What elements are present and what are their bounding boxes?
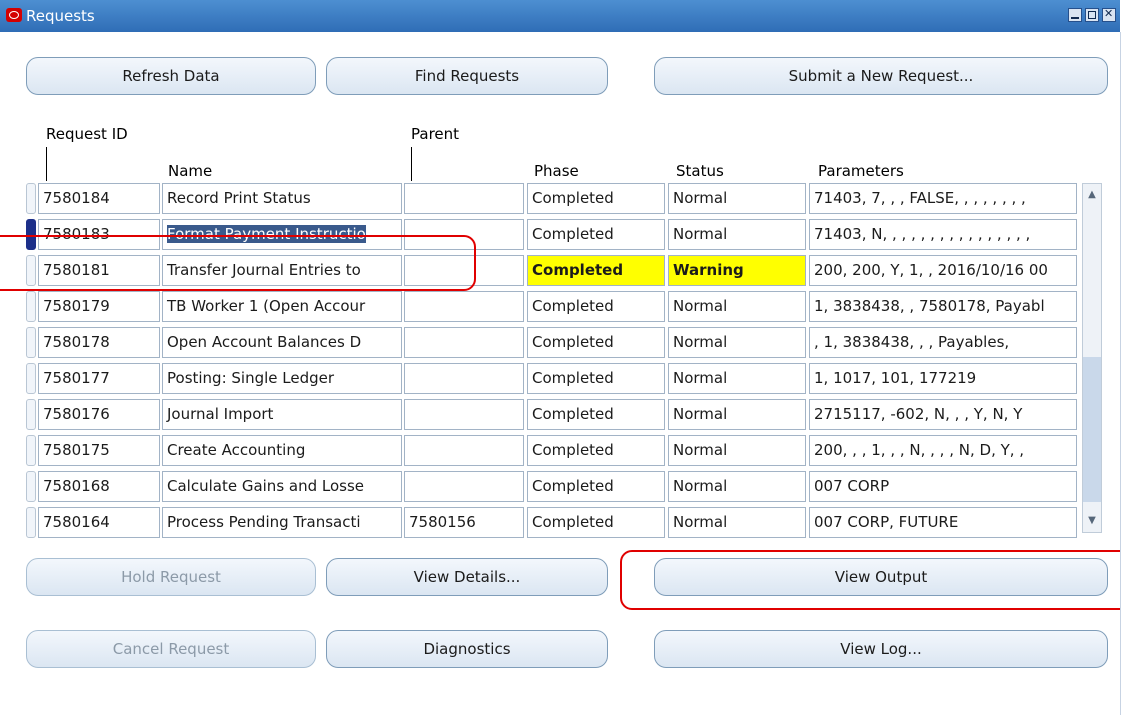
annotation-box-row bbox=[0, 235, 476, 291]
scrollbar-thumb[interactable] bbox=[1083, 357, 1101, 502]
cell-parent[interactable] bbox=[404, 327, 524, 358]
minimize-icon[interactable] bbox=[1068, 8, 1082, 22]
row-indicator[interactable] bbox=[26, 435, 36, 466]
cell-phase[interactable]: Completed bbox=[527, 471, 665, 502]
maximize-icon[interactable] bbox=[1085, 8, 1099, 22]
column-header-status: Status bbox=[676, 162, 724, 180]
row-indicator[interactable] bbox=[26, 363, 36, 394]
column-divider bbox=[411, 147, 412, 181]
cell-status[interactable]: Normal bbox=[668, 435, 806, 466]
cell-parameters[interactable]: 71403, N, , , , , , , , , , , , , , , , bbox=[809, 219, 1077, 250]
find-requests-button[interactable]: Find Requests bbox=[326, 57, 608, 95]
cell-request-id[interactable]: 7580179 bbox=[38, 291, 160, 322]
cell-phase[interactable]: Completed bbox=[527, 219, 665, 250]
cell-status-warning[interactable]: Warning bbox=[668, 255, 806, 286]
cell-phase[interactable]: Completed bbox=[527, 363, 665, 394]
submit-new-request-button[interactable]: Submit a New Request... bbox=[654, 57, 1108, 95]
cell-parameters[interactable]: 2715117, -602, N, , , Y, N, Y bbox=[809, 399, 1077, 430]
cell-parameters[interactable]: 200, , , 1, , , N, , , , N, D, Y, , bbox=[809, 435, 1077, 466]
scroll-down-icon[interactable]: ▼ bbox=[1085, 514, 1099, 528]
row-indicator[interactable] bbox=[26, 327, 36, 358]
cell-parameters[interactable]: 71403, 7, , , FALSE, , , , , , , , bbox=[809, 183, 1077, 214]
cell-status[interactable]: Normal bbox=[668, 363, 806, 394]
cell-status[interactable]: Normal bbox=[668, 183, 806, 214]
cell-phase[interactable]: Completed bbox=[527, 507, 665, 538]
cell-parent[interactable] bbox=[404, 435, 524, 466]
cell-name[interactable]: TB Worker 1 (Open Accour bbox=[162, 291, 402, 322]
diagnostics-button[interactable]: Diagnostics bbox=[326, 630, 608, 668]
cell-name[interactable]: Posting: Single Ledger bbox=[162, 363, 402, 394]
requests-window: Requests Refresh Data Find Requests Subm… bbox=[0, 0, 1134, 715]
row-indicator[interactable] bbox=[26, 471, 36, 502]
row-indicator[interactable] bbox=[26, 399, 36, 430]
cell-request-id[interactable]: 7580164 bbox=[38, 507, 160, 538]
column-header-phase: Phase bbox=[534, 162, 579, 180]
cell-parameters[interactable]: 1, 1017, 101, 177219 bbox=[809, 363, 1077, 394]
cell-status[interactable]: Normal bbox=[668, 507, 806, 538]
annotation-box-view-output bbox=[620, 550, 1134, 610]
cell-phase[interactable]: Completed bbox=[527, 327, 665, 358]
column-divider bbox=[46, 147, 47, 181]
cancel-request-button[interactable]: Cancel Request bbox=[26, 630, 316, 668]
row-indicator[interactable] bbox=[26, 183, 36, 214]
window-title: Requests bbox=[26, 7, 95, 25]
cell-phase-highlighted[interactable]: Completed bbox=[527, 255, 665, 286]
column-header-parent: Parent bbox=[411, 125, 460, 143]
cell-phase[interactable]: Completed bbox=[527, 291, 665, 322]
cell-parameters[interactable]: 1, 3838438, , 7580178, Payabl bbox=[809, 291, 1077, 322]
cell-parent[interactable]: 7580156 bbox=[404, 507, 524, 538]
close-icon[interactable] bbox=[1102, 7, 1116, 22]
cell-status[interactable]: Normal bbox=[668, 471, 806, 502]
cell-name[interactable]: Journal Import bbox=[162, 399, 402, 430]
cell-name[interactable]: Create Accounting bbox=[162, 435, 402, 466]
vertical-scrollbar[interactable]: ▲ ▼ bbox=[1082, 183, 1102, 533]
cell-phase[interactable]: Completed bbox=[527, 435, 665, 466]
cell-status[interactable]: Normal bbox=[668, 399, 806, 430]
cell-request-id[interactable]: 7580177 bbox=[38, 363, 160, 394]
cell-parent[interactable] bbox=[404, 291, 524, 322]
cell-name[interactable]: Process Pending Transacti bbox=[162, 507, 402, 538]
hold-request-button[interactable]: Hold Request bbox=[26, 558, 316, 596]
cell-status[interactable]: Normal bbox=[668, 327, 806, 358]
cell-parent[interactable] bbox=[404, 399, 524, 430]
cell-parent[interactable] bbox=[404, 363, 524, 394]
right-edge-panel bbox=[1120, 32, 1134, 715]
cell-parent[interactable] bbox=[404, 471, 524, 502]
cell-parameters[interactable]: 200, 200, Y, 1, , 2016/10/16 00 bbox=[809, 255, 1077, 286]
row-indicator[interactable] bbox=[26, 291, 36, 322]
cell-parameters[interactable]: 007 CORP, FUTURE bbox=[809, 507, 1077, 538]
row-indicator[interactable] bbox=[26, 507, 36, 538]
scroll-up-icon[interactable]: ▲ bbox=[1085, 188, 1099, 202]
cell-name[interactable]: Calculate Gains and Losse bbox=[162, 471, 402, 502]
column-header-name: Name bbox=[168, 162, 213, 180]
oracle-logo-icon bbox=[6, 8, 22, 22]
column-header-request-id: Request ID bbox=[46, 125, 128, 143]
refresh-data-button[interactable]: Refresh Data bbox=[26, 57, 316, 95]
cell-parameters[interactable]: 007 CORP bbox=[809, 471, 1077, 502]
cell-phase[interactable]: Completed bbox=[527, 399, 665, 430]
cell-parameters[interactable]: , 1, 3838438, , , Payables, bbox=[809, 327, 1077, 358]
cell-request-id[interactable]: 7580168 bbox=[38, 471, 160, 502]
column-header-parameters: Parameters bbox=[818, 162, 904, 180]
cell-request-id[interactable]: 7580178 bbox=[38, 327, 160, 358]
cell-phase[interactable]: Completed bbox=[527, 183, 665, 214]
cell-request-id[interactable]: 7580184 bbox=[38, 183, 160, 214]
cell-name[interactable]: Record Print Status bbox=[162, 183, 402, 214]
cell-parent[interactable] bbox=[404, 183, 524, 214]
cell-request-id[interactable]: 7580175 bbox=[38, 435, 160, 466]
view-details-button[interactable]: View Details... bbox=[326, 558, 608, 596]
cell-status[interactable]: Normal bbox=[668, 219, 806, 250]
cell-request-id[interactable]: 7580176 bbox=[38, 399, 160, 430]
cell-status[interactable]: Normal bbox=[668, 291, 806, 322]
cell-name[interactable]: Open Account Balances D bbox=[162, 327, 402, 358]
title-bar: Requests bbox=[0, 0, 1120, 32]
view-log-button[interactable]: View Log... bbox=[654, 630, 1108, 668]
